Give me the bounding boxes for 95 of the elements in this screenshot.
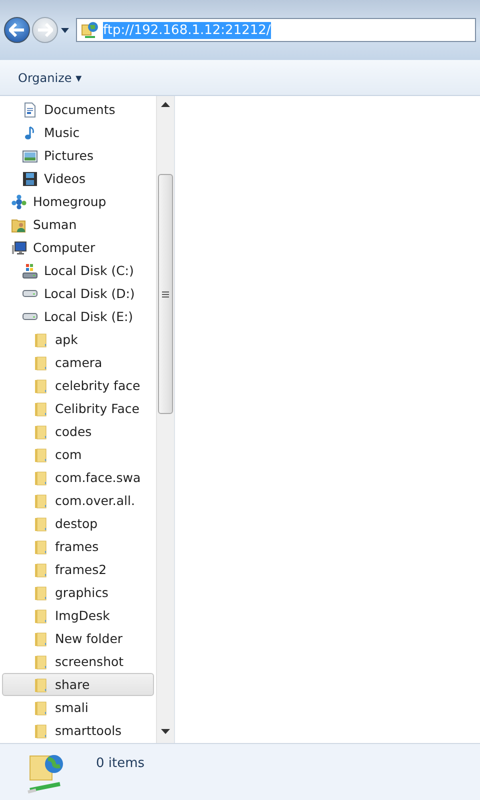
item-label: New folder xyxy=(55,631,123,646)
right-arrow-icon xyxy=(37,23,53,37)
item-label: Homegroup xyxy=(33,194,106,209)
folder-icon xyxy=(33,608,49,624)
folder-icon xyxy=(33,492,49,508)
folder-icon xyxy=(33,584,49,600)
system-drive-icon xyxy=(22,262,38,278)
item-label: apk xyxy=(55,332,78,347)
scrollbar[interactable] xyxy=(156,96,174,743)
item-count: 0 items xyxy=(96,756,145,771)
tree-item[interactable]: Computer xyxy=(2,236,154,259)
item-label: smali xyxy=(55,700,88,715)
folder-icon xyxy=(33,516,49,532)
tree-item[interactable]: Music xyxy=(2,121,154,144)
tree-item[interactable]: com.face.swa xyxy=(2,466,154,489)
tree-item[interactable]: Homegroup xyxy=(2,190,154,213)
tree-item[interactable]: screenshot xyxy=(2,650,154,673)
folder-icon xyxy=(33,538,49,554)
film-icon xyxy=(22,170,38,186)
item-label: frames2 xyxy=(55,562,107,577)
item-label: Celibrity Face xyxy=(55,401,140,416)
item-label: com xyxy=(55,447,82,462)
item-label: graphics xyxy=(55,585,108,600)
organize-button[interactable]: Organize ▾ xyxy=(12,66,88,88)
item-label: Local Disk (D:) xyxy=(44,286,135,301)
picture-icon xyxy=(22,148,38,164)
item-label: smarttools xyxy=(55,723,122,738)
folder-icon xyxy=(33,470,49,486)
item-label: com.over.all. xyxy=(55,493,135,508)
item-label: Local Disk (E:) xyxy=(44,309,134,324)
tree-item[interactable]: destop xyxy=(2,512,154,535)
item-label: share xyxy=(55,677,90,692)
tree-item[interactable]: frames2 xyxy=(2,558,154,581)
tree-item[interactable]: smarttools xyxy=(2,719,154,742)
item-label: Pictures xyxy=(44,148,94,163)
tree-item[interactable]: celebrity face xyxy=(2,374,154,397)
folder-icon xyxy=(33,700,49,716)
tree-item[interactable]: Local Disk (D:) xyxy=(2,282,154,305)
scroll-down-icon[interactable] xyxy=(161,729,170,735)
tree-item[interactable]: codes xyxy=(2,420,154,443)
drive-icon xyxy=(22,290,38,297)
drive-icon xyxy=(22,313,38,320)
tree-item[interactable]: graphics xyxy=(2,581,154,604)
item-label: Music xyxy=(44,125,80,140)
scrollbar-thumb[interactable] xyxy=(158,174,173,414)
left-arrow-icon xyxy=(9,23,25,37)
scroll-up-icon[interactable] xyxy=(161,102,170,108)
item-label: Computer xyxy=(33,240,96,255)
tree-item[interactable]: Celibrity Face xyxy=(2,397,154,420)
tree-item[interactable]: camera xyxy=(2,351,154,374)
caret-icon[interactable] xyxy=(60,26,70,34)
tree-item[interactable]: frames xyxy=(2,535,154,558)
item-label: camera xyxy=(55,355,102,370)
tree-item[interactable]: Pictures xyxy=(2,144,154,167)
tree-item[interactable]: com.over.all. xyxy=(2,489,154,512)
ftp-folder-icon xyxy=(81,21,99,39)
tree-item[interactable]: Suman xyxy=(2,213,154,236)
folder-icon xyxy=(33,654,49,670)
folder-icon xyxy=(33,424,49,440)
folder-icon xyxy=(33,562,49,578)
tree-item[interactable]: Local Disk (C:) xyxy=(2,259,154,282)
item-label: Local Disk (C:) xyxy=(44,263,134,278)
folder-icon xyxy=(33,354,49,370)
tree-item[interactable]: Videos xyxy=(2,167,154,190)
computer-icon xyxy=(11,240,27,256)
item-label: Videos xyxy=(44,171,86,186)
item-label: destop xyxy=(55,516,98,531)
tree-item[interactable]: apk xyxy=(2,328,154,351)
folder-icon xyxy=(33,630,49,646)
item-label: Suman xyxy=(33,217,77,232)
document-icon xyxy=(22,102,38,118)
item-label: ImgDesk xyxy=(55,608,110,623)
back-button[interactable] xyxy=(4,17,30,43)
item-label: frames xyxy=(55,539,99,554)
item-label: codes xyxy=(55,424,92,439)
folder-icon xyxy=(33,378,49,394)
tree-item[interactable]: Documents xyxy=(2,98,154,121)
tree-item[interactable]: ImgDesk xyxy=(2,604,154,627)
folder-icon xyxy=(33,722,49,738)
folder-icon xyxy=(33,400,49,416)
item-label: celebrity face xyxy=(55,378,140,393)
address-text: ftp://192.168.1.12:21212/ xyxy=(103,22,271,38)
item-label: screenshot xyxy=(55,654,124,669)
homegroup-icon xyxy=(11,194,27,210)
folder-icon xyxy=(33,332,49,348)
tree-item[interactable]: Local Disk (E:) xyxy=(2,305,154,328)
folder-icon xyxy=(33,446,49,462)
item-label: Documents xyxy=(44,102,116,117)
tree-item[interactable]: smali xyxy=(2,696,154,719)
user-folder-icon xyxy=(11,216,27,232)
tree-item[interactable]: New folder xyxy=(2,627,154,650)
folder-icon xyxy=(33,676,49,692)
item-label: com.face.swa xyxy=(55,470,141,485)
tree-item[interactable]: com xyxy=(2,443,154,466)
tree-item[interactable]: share xyxy=(2,673,154,696)
